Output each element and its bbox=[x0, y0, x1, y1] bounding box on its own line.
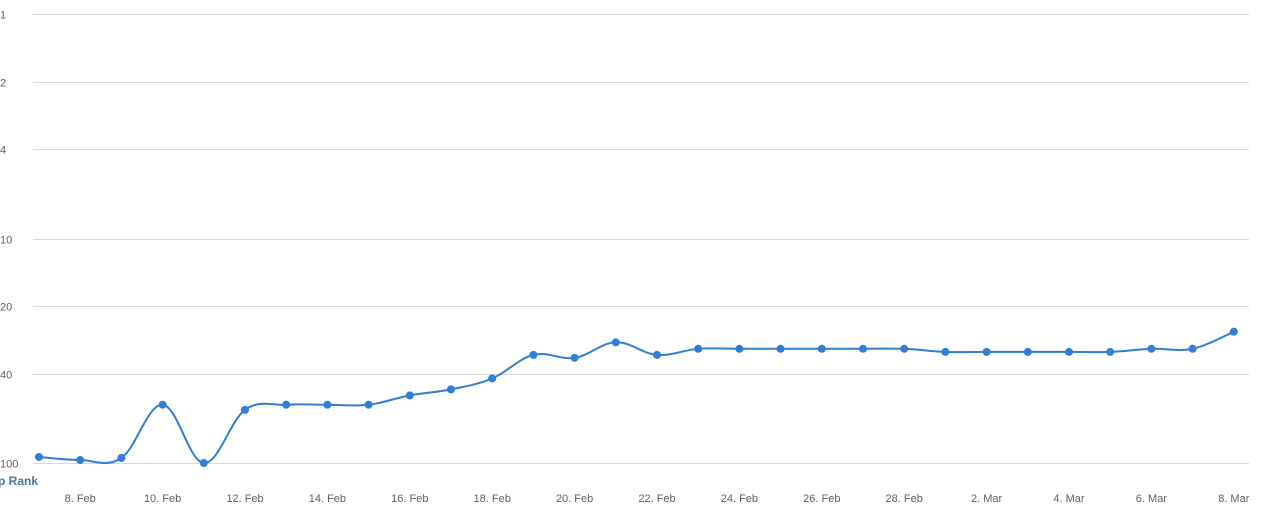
y-tick-label: 2 bbox=[0, 78, 6, 90]
data-point bbox=[529, 350, 538, 359]
data-point bbox=[76, 456, 85, 465]
rank-line-chart: 1 2 4 10 20 40 100 8. Feb 10. Feb 12. Feb 14. Feb… bbox=[0, 10, 1250, 506]
data-point bbox=[364, 400, 373, 409]
x-tick-label: 8. Feb bbox=[65, 493, 96, 505]
x-tick-label: 16. Feb bbox=[391, 493, 428, 505]
data-point bbox=[117, 453, 126, 462]
data-point bbox=[35, 452, 43, 461]
x-tick-label: 10. Feb bbox=[144, 493, 181, 505]
y-tick-label: 40 bbox=[0, 370, 12, 382]
y-tick-label: 20 bbox=[0, 302, 12, 314]
data-point bbox=[694, 344, 703, 353]
x-tick-label: 28. Feb bbox=[886, 493, 923, 505]
data-point bbox=[282, 400, 291, 409]
x-tick-label: 26. Feb bbox=[803, 493, 840, 505]
data-point bbox=[323, 400, 332, 409]
data-point bbox=[941, 347, 950, 356]
data-point bbox=[859, 344, 867, 353]
data-point bbox=[1229, 327, 1238, 336]
data-point bbox=[653, 350, 661, 359]
data-point bbox=[817, 344, 826, 353]
data-point bbox=[405, 391, 414, 400]
data-point bbox=[611, 338, 620, 347]
y-axis-tick-labels: 1 2 4 10 20 40 100 bbox=[0, 10, 18, 471]
x-tick-label: 4. Mar bbox=[1053, 493, 1085, 505]
data-point bbox=[199, 459, 208, 467]
x-tick-label: 18. Feb bbox=[474, 493, 511, 505]
x-tick-label: 20. Feb bbox=[556, 493, 593, 505]
x-tick-label: 22. Feb bbox=[638, 493, 675, 505]
y-tick-label: 4 bbox=[0, 145, 6, 157]
data-point bbox=[488, 374, 497, 383]
x-tick-label: 8. Mar bbox=[1218, 493, 1250, 505]
data-point bbox=[1147, 344, 1156, 353]
data-point bbox=[735, 344, 744, 353]
data-point bbox=[1106, 347, 1115, 356]
data-point bbox=[241, 405, 249, 414]
data-point bbox=[447, 385, 455, 394]
x-tick-label: 12. Feb bbox=[226, 493, 263, 505]
x-axis-tick-labels: 8. Feb 10. Feb 12. Feb 14. Feb 16. Feb 18. Fe… bbox=[65, 493, 1250, 505]
y-axis-title: p Rank bbox=[0, 474, 38, 488]
x-tick-label: 24. Feb bbox=[721, 493, 758, 505]
data-point bbox=[1023, 347, 1032, 356]
data-point bbox=[900, 344, 909, 353]
y-tick-label: 10 bbox=[0, 235, 12, 247]
data-point bbox=[570, 353, 579, 362]
data-point bbox=[158, 400, 167, 409]
x-tick-label: 2. Mar bbox=[971, 493, 1003, 505]
grid-lines bbox=[33, 14, 1249, 464]
y-tick-label: 1 bbox=[0, 10, 6, 22]
data-point bbox=[776, 344, 785, 353]
data-point bbox=[1188, 344, 1197, 353]
series-line bbox=[38, 330, 1235, 465]
x-tick-label: 6. Mar bbox=[1136, 493, 1168, 505]
y-tick-label: 100 bbox=[0, 459, 18, 471]
data-point bbox=[1065, 347, 1073, 356]
data-point bbox=[982, 347, 991, 356]
x-tick-label: 14. Feb bbox=[309, 493, 346, 505]
